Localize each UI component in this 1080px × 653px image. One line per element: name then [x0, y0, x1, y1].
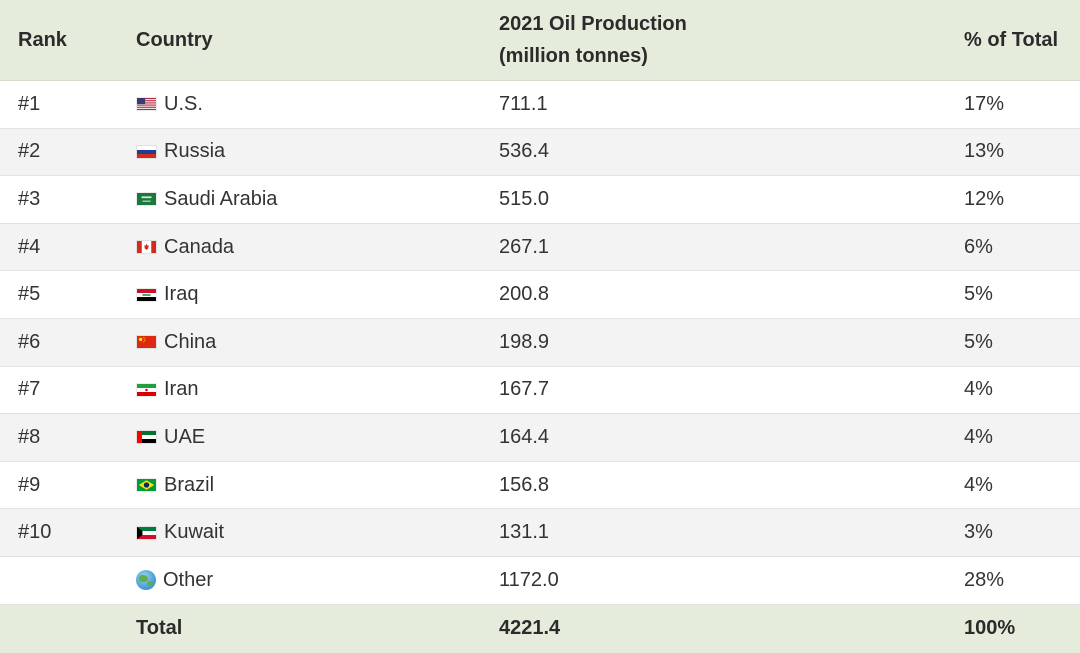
percent-cell: 4%: [964, 425, 993, 448]
footer-percent: 100%: [964, 617, 1016, 640]
rank-cell: #9: [18, 473, 41, 496]
country-name: Canada: [164, 235, 235, 258]
table-row: #2 Russia 536.4 13%: [0, 128, 1080, 177]
country-name: UAE: [164, 425, 206, 448]
iraq-flag-icon: [136, 287, 157, 302]
percent-cell: 12%: [964, 187, 1005, 210]
country-cell: Kuwait: [136, 521, 224, 544]
table-row: Other 1172.0 28%: [0, 556, 1080, 605]
footer-production: 4221.4: [499, 617, 561, 640]
header-production: 2021 Oil Production (million tonnes): [499, 8, 687, 72]
production-cell: 267.1: [499, 235, 550, 258]
rank-cell: #4: [18, 235, 41, 258]
rank-cell: #3: [18, 187, 41, 210]
saudi-arabia-flag-icon: [136, 192, 157, 207]
russia-flag-icon: [136, 144, 157, 159]
country-name: Iran: [164, 378, 199, 401]
country-cell: Other: [136, 569, 213, 592]
percent-cell: 5%: [964, 330, 993, 353]
table-row: #3 Saudi Arabia 515.0 12%: [0, 176, 1080, 224]
rank-cell: #6: [18, 330, 41, 353]
header-percent: % of Total: [964, 28, 1059, 51]
canada-flag-icon: [136, 240, 157, 255]
rank-cell: #7: [18, 378, 41, 401]
production-cell: 156.8: [499, 473, 550, 496]
table-row: #8 UAE 164.4 4%: [0, 414, 1080, 462]
country-cell: Canada: [136, 236, 234, 259]
production-cell: 200.8: [499, 283, 550, 306]
percent-cell: 28%: [964, 568, 1005, 591]
rank-cell: #1: [18, 92, 41, 115]
header-rank: Rank: [18, 28, 67, 51]
production-cell: 131.1: [499, 521, 550, 544]
production-cell: 198.9: [499, 330, 550, 353]
iran-flag-icon: [136, 382, 157, 397]
header-production-line2: (million tonnes): [499, 45, 648, 67]
country-name: Kuwait: [164, 521, 225, 544]
country-name: Russia: [164, 140, 226, 163]
country-name: Other: [163, 568, 214, 591]
percent-cell: 5%: [964, 283, 993, 306]
country-name: Brazil: [164, 473, 215, 496]
oil-production-table: Rank Country 2021 Oil Production (millio…: [0, 0, 1080, 653]
country-name: Iraq: [164, 283, 199, 306]
table-header: Rank Country 2021 Oil Production (millio…: [0, 0, 1080, 81]
rank-cell: #2: [18, 140, 41, 163]
percent-cell: 4%: [964, 378, 993, 401]
us-flag-icon: [136, 97, 157, 112]
country-name: China: [164, 330, 217, 353]
header-country: Country: [136, 28, 213, 51]
percent-cell: 13%: [964, 140, 1005, 163]
table-row: #7 Iran 167.7 4%: [0, 366, 1080, 415]
country-cell: Saudi Arabia: [136, 188, 277, 211]
rank-cell: #10: [18, 521, 52, 544]
table-footer-total: Total 4221.4 100%: [0, 604, 1080, 653]
table-row: #4 Canada 267.1 6%: [0, 223, 1080, 272]
production-cell: 1172.0: [499, 568, 559, 591]
table-row: #6 China 198.9 5%: [0, 318, 1080, 367]
table-body: #1 U.S. 711.1 17% #2 Russia 536.4 13% #3 Saudi Ar…: [0, 81, 1080, 605]
rank-cell: #8: [18, 425, 41, 448]
production-cell: 164.4: [499, 425, 550, 448]
country-name: Saudi Arabia: [164, 187, 278, 210]
percent-cell: 6%: [964, 235, 993, 258]
country-name: U.S.: [164, 92, 203, 115]
production-cell: 515.0: [499, 187, 550, 210]
country-cell: U.S.: [136, 93, 203, 116]
brazil-flag-icon: [136, 478, 157, 493]
production-cell: 536.4: [499, 140, 550, 163]
country-cell: Brazil: [136, 474, 214, 497]
table-row: #10 Kuwait 131.1 3%: [0, 509, 1080, 557]
table-row: #5 Iraq 200.8 5%: [0, 271, 1080, 319]
table-row: #9 Brazil 156.8 4%: [0, 461, 1080, 510]
country-cell: UAE: [136, 426, 205, 449]
table-row: #1 U.S. 711.1 17%: [0, 81, 1080, 129]
rank-cell: #5: [18, 283, 41, 306]
country-cell: China: [136, 331, 216, 354]
percent-cell: 4%: [964, 473, 993, 496]
percent-cell: 17%: [964, 92, 1005, 115]
country-cell: Russia: [136, 140, 225, 163]
uae-flag-icon: [136, 430, 157, 445]
production-cell: 711.1: [499, 92, 548, 115]
country-cell: Iraq: [136, 283, 198, 306]
country-cell: Iran: [136, 378, 198, 401]
footer-label: Total: [136, 617, 183, 640]
globe-icon: [136, 570, 156, 591]
header-production-line1: 2021 Oil Production: [499, 13, 687, 35]
china-flag-icon: [136, 335, 157, 350]
percent-cell: 3%: [964, 521, 993, 544]
production-cell: 167.7: [499, 378, 550, 401]
kuwait-flag-icon: [136, 525, 157, 540]
